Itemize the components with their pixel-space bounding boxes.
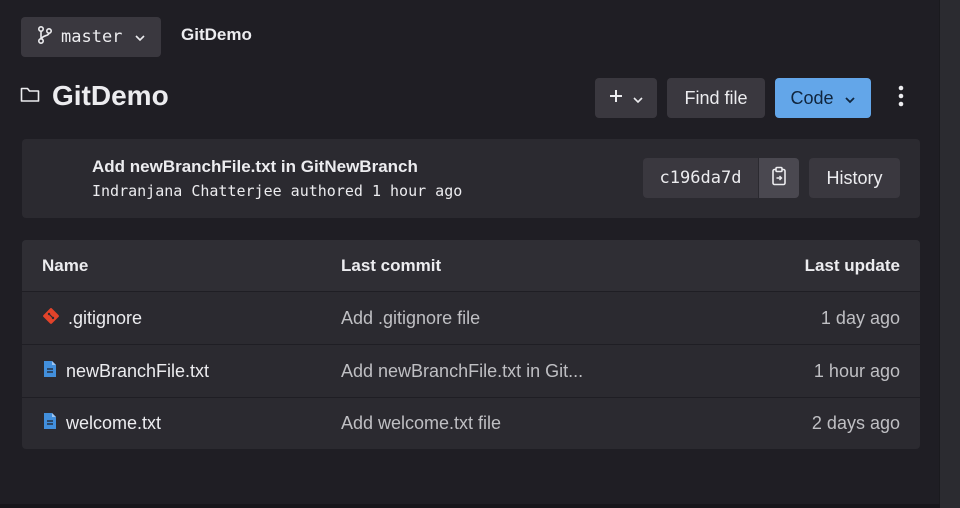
file-last-update: 1 hour ago [813,360,900,381]
branch-selector-button[interactable]: master [21,17,161,57]
chevron-down-icon [632,88,644,109]
table-row[interactable]: .gitignore Add .gitignore file 1 day ago [22,292,920,345]
more-actions-button[interactable] [884,78,918,118]
chevron-down-icon [844,88,856,109]
commit-author-line: Indranjana Chatterjee authored 1 hour ag… [92,182,463,200]
file-table: Name Last commit Last update .gitignore … [22,240,920,449]
commit-sha[interactable]: c196da7d [643,158,758,198]
file-name[interactable]: .gitignore [68,308,142,329]
commit-sha-group: c196da7d [643,158,799,198]
folder-icon [20,85,40,108]
last-commit-card: Add newBranchFile.txt in GitNewBranch In… [22,139,920,218]
file-last-update: 1 day ago [820,307,900,328]
file-last-commit[interactable]: Add .gitignore file [341,308,480,329]
code-button[interactable]: Code [775,78,871,118]
file-last-update: 2 days ago [811,413,900,433]
branch-name: master [61,27,123,47]
add-dropdown-button[interactable] [595,78,657,118]
page-title: GitDemo [52,80,169,111]
table-row[interactable]: welcome.txt Add welcome.txt file 2 days … [22,398,920,449]
file-name[interactable]: welcome.txt [66,413,161,434]
file-name[interactable]: newBranchFile.txt [66,361,209,382]
bottom-edge [0,504,940,508]
file-name-cell[interactable]: .gitignore [42,307,142,330]
code-button-label: Code [790,87,834,108]
repo-header: GitDemo [20,80,169,112]
table-header-row: Name Last commit Last update [22,240,920,292]
file-last-commit[interactable]: Add welcome.txt file [341,413,501,434]
chevron-down-icon [134,27,146,47]
commit-title[interactable]: Add newBranchFile.txt in GitNewBranch [92,157,418,177]
git-branch-icon [37,25,53,49]
plus-icon [608,88,624,109]
column-header-last-commit: Last commit [341,255,442,275]
history-button[interactable]: History [809,158,900,198]
breadcrumb[interactable]: GitDemo [181,25,252,45]
vertical-ellipsis-icon [898,85,904,112]
column-header-name: Name [42,255,89,275]
table-row[interactable]: newBranchFile.txt Add newBranchFile.txt … [22,345,920,398]
column-header-last-update: Last update [804,255,900,275]
copy-sha-button[interactable] [759,158,799,198]
file-last-commit[interactable]: Add newBranchFile.txt in Git... [341,361,583,382]
file-name-cell[interactable]: newBranchFile.txt [42,360,209,383]
document-icon [42,412,58,435]
vertical-scrollbar[interactable] [939,0,960,508]
clipboard-icon [771,166,787,191]
document-icon [42,360,58,383]
file-name-cell[interactable]: welcome.txt [42,412,161,435]
git-file-icon [42,307,60,330]
find-file-button[interactable]: Find file [667,78,765,118]
